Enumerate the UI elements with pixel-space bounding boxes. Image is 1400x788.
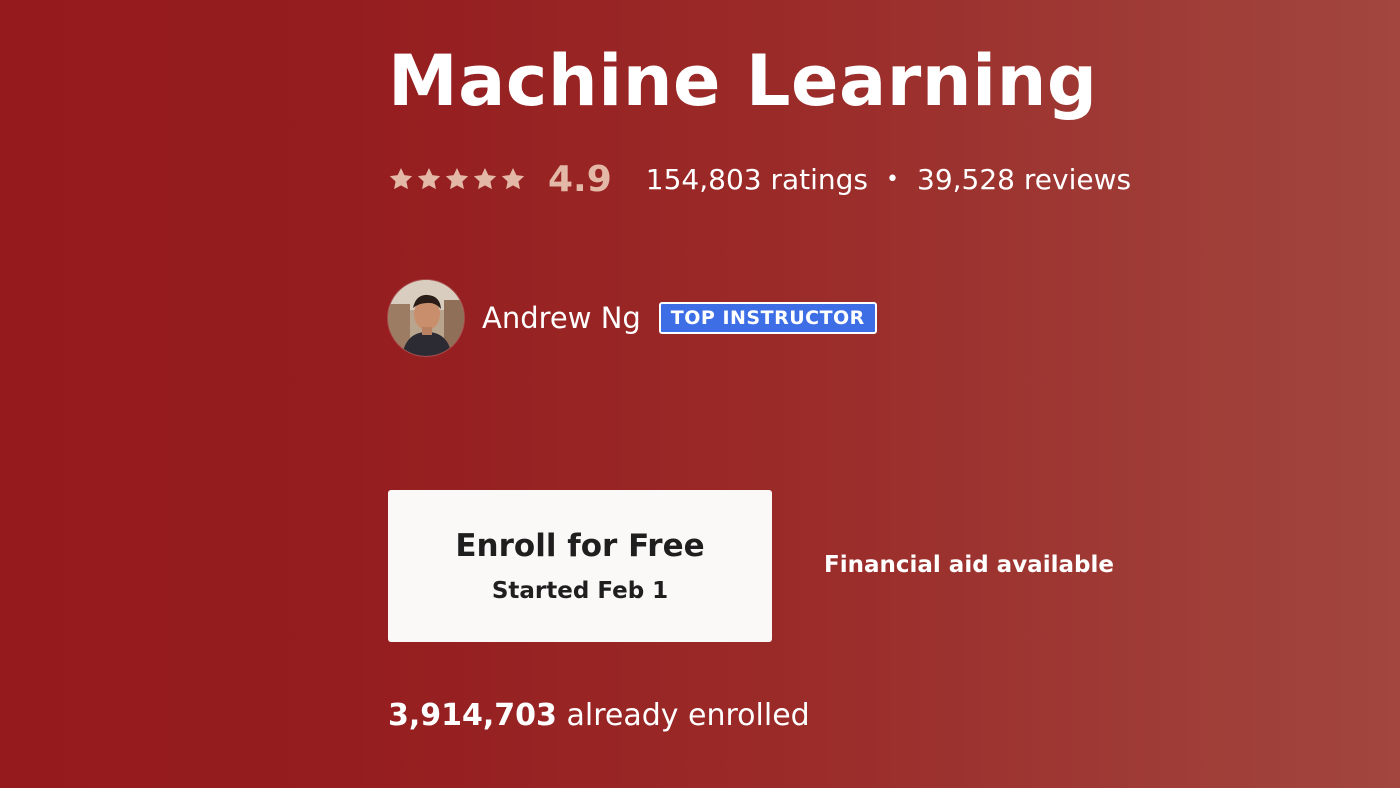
star-rating (388, 166, 526, 192)
star-icon (388, 166, 414, 192)
financial-aid-link[interactable]: Financial aid available (824, 548, 1114, 582)
reviews-count[interactable]: 39,528 reviews (917, 163, 1131, 196)
instructor-row: Andrew Ng TOP INSTRUCTOR (388, 280, 877, 356)
enroll-button[interactable]: Enroll for Free Started Feb 1 (388, 490, 772, 642)
rating-value: 4.9 (548, 158, 612, 200)
separator-dot: • (886, 166, 899, 192)
top-instructor-badge: TOP INSTRUCTOR (658, 302, 877, 334)
instructor-name[interactable]: Andrew Ng (482, 301, 641, 335)
course-title: Machine Learning (388, 40, 1098, 122)
rating-row: 4.9 154,803 ratings • 39,528 reviews (388, 156, 1131, 202)
enrollment-count: 3,914,703 already enrolled (388, 694, 810, 738)
star-icon (416, 166, 442, 192)
enrolled-number: 3,914,703 (388, 698, 557, 733)
star-icon (472, 166, 498, 192)
star-icon (500, 166, 526, 192)
star-icon (444, 166, 470, 192)
ratings-count[interactable]: 154,803 ratings (646, 163, 868, 196)
enroll-label: Enroll for Free (455, 528, 705, 564)
enroll-start-date: Started Feb 1 (491, 578, 669, 604)
instructor-avatar[interactable] (388, 280, 464, 356)
enrolled-suffix: already enrolled (566, 698, 810, 733)
